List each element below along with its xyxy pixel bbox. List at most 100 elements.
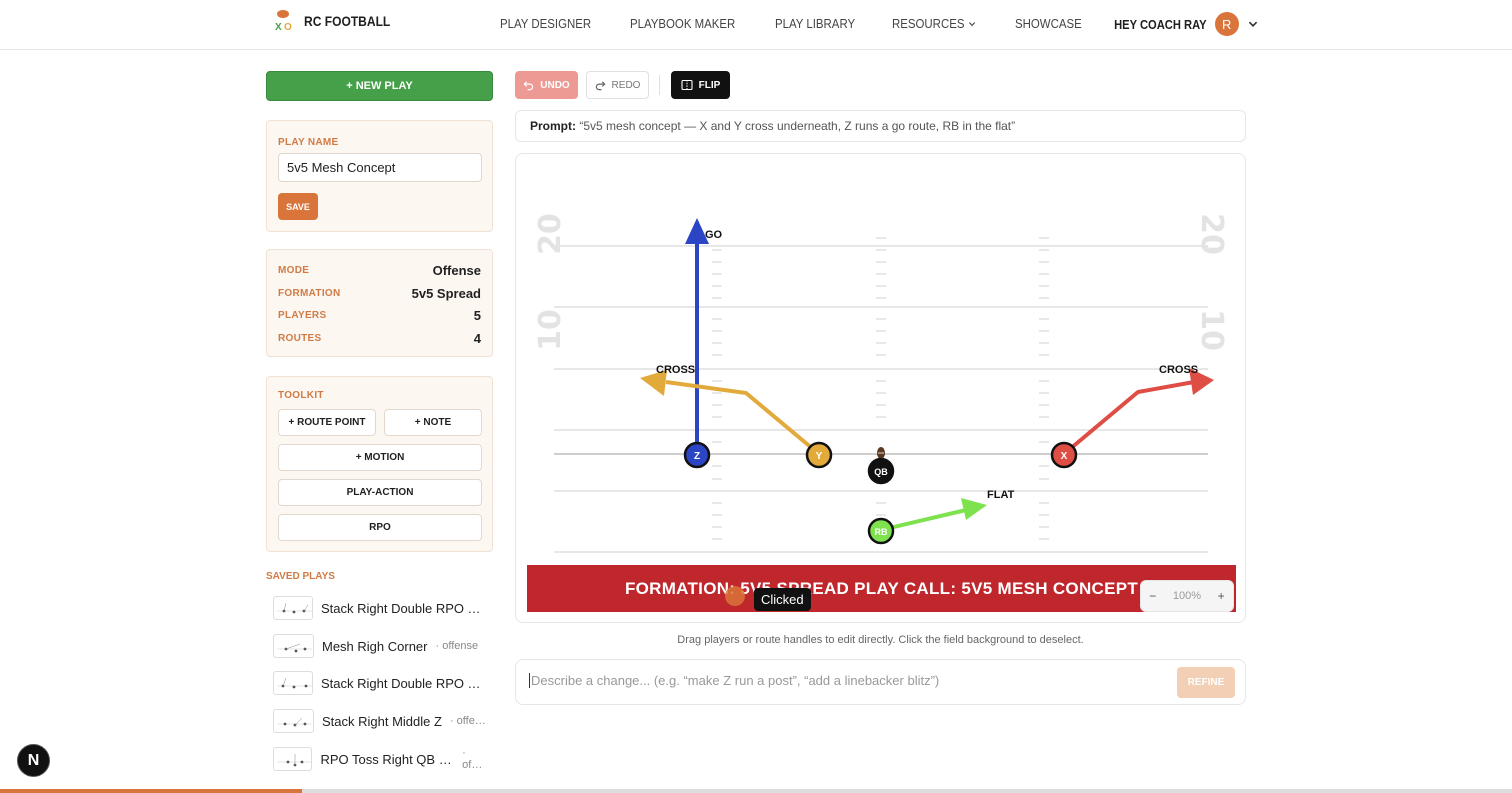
flip-icon (681, 79, 693, 91)
new-play-button[interactable]: + NEW PLAY (266, 71, 493, 101)
zoom-out-button[interactable]: − (1149, 589, 1156, 603)
avatar: R (1214, 12, 1239, 36)
play-name-panel: PLAY NAME 5v5 Mesh Concept SAVE (266, 120, 493, 232)
player-z-label: Z (694, 451, 700, 462)
player-qb-label: QB (874, 467, 888, 477)
logo-icon: X O (275, 10, 292, 33)
saved-play-item[interactable]: RPO Toss Right QB Mid · of… (273, 746, 488, 772)
prompt-text: “5v5 mesh concept — X and Y cross undern… (579, 119, 1016, 133)
nav-playbook-maker[interactable]: PLAYBOOK MAKER (630, 16, 735, 31)
meta-label: MODE (278, 265, 310, 276)
meta-value: Offense (432, 263, 481, 278)
play-call-banner: FORMATION: 5V5 SPREAD PLAY CALL: 5V5 MES… (527, 565, 1236, 612)
prompt-label: Prompt: (530, 119, 576, 133)
chevron-down-icon (1248, 21, 1257, 27)
play-thumbnail (273, 634, 314, 658)
meta-mode: MODE Offense (278, 263, 481, 278)
rpo-button[interactable]: RPO (278, 514, 482, 541)
prompt-display: Prompt: “5v5 mesh concept — X and Y cros… (515, 110, 1246, 142)
y-route[interactable] (665, 380, 821, 456)
saved-play-name: RPO Toss Right QB Mid (320, 751, 455, 767)
play-thumbnail (273, 596, 313, 620)
saved-play-name: Mesh Righ Corner (322, 638, 428, 654)
click-indicator (725, 586, 745, 606)
yard-number-left-10: 10 (533, 309, 568, 351)
zoom-level: 100% (1172, 590, 1202, 602)
save-button[interactable]: SAVE (278, 193, 318, 220)
undo-button[interactable]: UNDO (515, 71, 578, 99)
zoom-in-button[interactable]: + (1218, 589, 1225, 603)
meta-value: 5v5 Spread (411, 286, 481, 301)
brand-name: RC FOOTBALL (304, 13, 391, 29)
nav-showcase[interactable]: SHOWCASE (1015, 16, 1082, 31)
saved-play-type: · of… (462, 747, 483, 771)
yard-number-left-20: 20 (533, 213, 568, 255)
toolkit-label: TOOLKIT (278, 390, 324, 401)
refine-button[interactable]: REFINE (1177, 667, 1235, 698)
refine-input[interactable]: Describe a change... (e.g. “make Z run a… (529, 673, 939, 688)
user-greeting: HEY COACH RAY (1114, 16, 1207, 32)
play-name-input[interactable]: 5v5 Mesh Concept (278, 153, 482, 182)
saved-play-item[interactable]: Stack Right Double RPO Y … (273, 595, 488, 621)
play-name-label: PLAY NAME (278, 137, 339, 148)
nextjs-badge[interactable]: N (17, 744, 50, 777)
player-rb-label: RB (875, 527, 888, 537)
yard-number-right-20: 20 (1194, 213, 1229, 255)
player-x-label: X (1061, 451, 1068, 462)
meta-formation: FORMATION 5v5 Spread (278, 286, 481, 301)
route-label-cross-right: CROSS (1159, 364, 1198, 376)
x-route[interactable] (1062, 380, 1195, 456)
clicked-tooltip: Clicked (754, 588, 811, 611)
meta-label: PLAYERS (278, 310, 327, 321)
play-field[interactable]: 20 10 20 10 GO CROSS CROSS FLAT Z Y QB X… (515, 153, 1246, 623)
field-canvas[interactable]: 20 10 20 10 GO CROSS CROSS FLAT Z Y QB X… (516, 154, 1246, 623)
user-menu[interactable]: HEY COACH RAY R (1099, 12, 1259, 36)
toolbar-divider (659, 75, 660, 95)
refine-bar: Describe a change... (e.g. “make Z run a… (515, 659, 1246, 705)
saved-play-name: Stack Right Double RPO Y … (320, 600, 488, 616)
player-y-label: Y (816, 451, 823, 462)
saved-play-item[interactable]: Mesh Righ Corner · offense (273, 633, 488, 659)
meta-players: PLAYERS 5 (278, 308, 481, 323)
route-label-flat: FLAT (987, 489, 1015, 501)
play-meta-panel: MODE Offense FORMATION 5v5 Spread PLAYER… (266, 249, 493, 357)
redo-button[interactable]: REDO (586, 71, 649, 99)
meta-label: FORMATION (278, 288, 341, 299)
add-route-point-button[interactable]: + ROUTE POINT (278, 409, 376, 436)
add-motion-button[interactable]: + MOTION (278, 444, 482, 471)
saved-play-item[interactable]: Stack Right Double RPO Y … (273, 670, 488, 696)
route-label-go: GO (705, 229, 723, 241)
saved-plays-title: SAVED PLAYS (266, 571, 335, 582)
edit-hint: Drag players or route handles to edit di… (677, 634, 1084, 646)
play-thumbnail (273, 671, 313, 695)
meta-value: 4 (473, 331, 481, 346)
nav-resources[interactable]: RESOURCES (892, 16, 977, 31)
saved-play-item[interactable]: Stack Right Middle Z · offe… (273, 708, 488, 734)
flip-button[interactable]: FLIP (671, 71, 730, 99)
page-progress-fill (0, 789, 302, 793)
play-thumbnail (273, 709, 314, 733)
add-note-button[interactable]: + NOTE (384, 409, 482, 436)
nav-play-library[interactable]: PLAY LIBRARY (775, 16, 855, 31)
brand[interactable]: X O RC FOOTBALL (274, 8, 404, 34)
flip-label: FLIP (698, 79, 721, 91)
yard-number-right-10: 10 (1194, 309, 1229, 351)
top-header: X O RC FOOTBALL PLAY DESIGNER PLAYBOOK M… (0, 0, 1512, 50)
chevron-down-icon (969, 21, 976, 26)
meta-value: 5 (473, 308, 481, 323)
saved-play-type: · offe… (449, 715, 486, 727)
play-thumbnail (273, 747, 313, 771)
saved-play-name: Stack Right Double RPO Y … (320, 675, 488, 691)
svg-text:O: O (284, 22, 292, 33)
meta-label: ROUTES (278, 333, 322, 344)
toolkit-panel: TOOLKIT + ROUTE POINT + NOTE + MOTION PL… (266, 376, 493, 552)
svg-text:X: X (275, 22, 282, 33)
saved-play-type: · offense (435, 640, 479, 652)
rb-route[interactable] (880, 508, 967, 532)
undo-icon (523, 80, 534, 90)
play-action-button[interactable]: PLAY-ACTION (278, 479, 482, 506)
main-nav: PLAY DESIGNER PLAYBOOK MAKER PLAY LIBRAR… (500, 16, 1117, 31)
nav-play-designer[interactable]: PLAY DESIGNER (500, 16, 591, 31)
nav-resources-label: RESOURCES (892, 16, 965, 31)
route-label-cross-left: CROSS (656, 364, 695, 376)
